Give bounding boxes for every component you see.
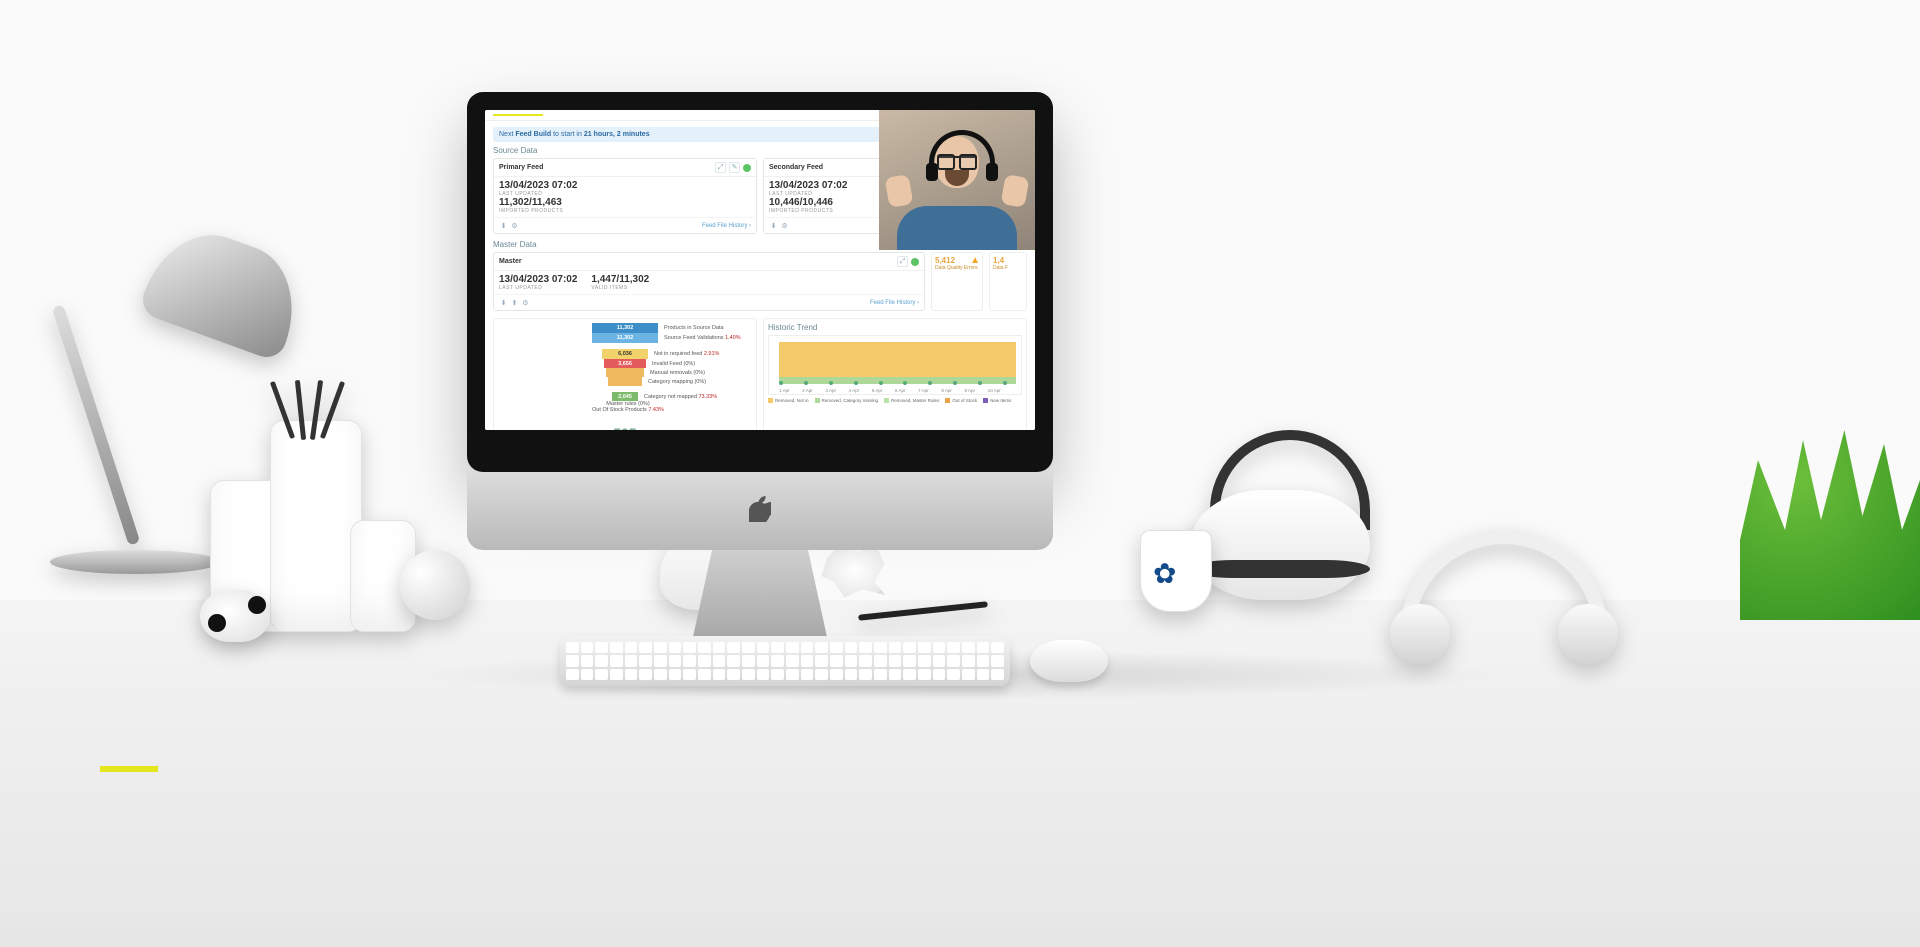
data-quality-errors-card[interactable]: 5,412 Data Quality Errors ▲ [931, 252, 983, 311]
funnel-step: 6,036Not in required feed 2.91% [602, 349, 648, 359]
legend-item: Out of Stock [945, 398, 977, 403]
funnel-step: 3,656Invalid Feed (0%) [604, 359, 646, 368]
funnel-step: 11,302Products in Source Data [592, 323, 658, 333]
primary-feed-card: Primary Feed ⤢ ✎ 13/04/2023 07:02 LAST U… [493, 158, 757, 234]
historic-trend-panel: Historic Trend 1 Apr 2 Apr 3 Apr 4 Apr 5 Apr… [763, 318, 1027, 430]
primary-count: 11,302/11,463 [499, 197, 751, 208]
master-updated: 13/04/2023 07:02 [499, 274, 577, 285]
secondary-title: Secondary Feed [769, 164, 823, 171]
expand-icon[interactable]: ⤢ [897, 256, 908, 267]
legend-item: Removed, Category missing [815, 398, 879, 403]
funnel-step: Category mapping (0%) [608, 377, 642, 386]
master-card: Master ⤢ 13/04/2023 07:02 LAST UPDATED [493, 252, 925, 311]
chart-legend: Removed, Not in Removed, Category missing… [768, 398, 1022, 403]
funnel-output: 595 [498, 425, 752, 430]
mug [1140, 530, 1212, 612]
primary-updated: 13/04/2023 07:02 [499, 180, 751, 191]
presenter-webcam [879, 110, 1035, 250]
x-tick: 5 Apr [872, 388, 883, 393]
upload-icon[interactable]: ⬆ [510, 298, 519, 307]
imac-monitor: Next Feed Build to start in 21 hours, 2 … [467, 92, 1053, 612]
keyboard [560, 636, 1010, 686]
panda-figurine [200, 590, 270, 642]
x-tick: 1 Apr [779, 388, 790, 393]
status-ok-icon [743, 164, 751, 172]
apple-logo-icon [749, 496, 771, 527]
funnel-step: 11,302Source Feed Validations 1.40% [592, 333, 658, 343]
banner-bold: Feed Build [515, 131, 551, 138]
master-title: Master [499, 258, 522, 265]
primary-count-label: IMPORTED PRODUCTS [499, 208, 751, 214]
primary-history-link[interactable]: Feed File History [702, 223, 751, 229]
source-data-heading: Source Data [493, 146, 537, 155]
download-icon[interactable]: ⬇ [499, 221, 508, 230]
warning-icon: ▲ [970, 255, 980, 266]
settings-icon[interactable]: ⚙ [780, 221, 789, 230]
funnel-step: Manual removals (0%) [606, 368, 644, 377]
master-data-heading: Master Data [493, 240, 537, 249]
settings-icon[interactable]: ⚙ [510, 221, 519, 230]
mouse [1030, 640, 1108, 682]
plant [1740, 420, 1920, 620]
x-tick: 3 Apr [825, 388, 836, 393]
banner-time: 21 hours, 2 minutes [584, 131, 650, 138]
legend-item: Removed, Master Rules [884, 398, 939, 403]
historic-trend-title: Historic Trend [768, 323, 1022, 332]
funnel-panel: 11,302Products in Source Data 11,302Sour… [493, 318, 757, 430]
legend-item: Removed, Not in [768, 398, 809, 403]
download-icon[interactable]: ⬇ [499, 298, 508, 307]
historic-trend-chart: 1 Apr 2 Apr 3 Apr 4 Apr 5 Apr 6 Apr 7 Apr 8 Apr… [768, 335, 1022, 395]
master-history-link[interactable]: Feed File History [870, 300, 919, 306]
x-tick: 8 Apr [941, 388, 952, 393]
primary-title: Primary Feed [499, 164, 543, 171]
banner-prefix: Next [499, 131, 513, 138]
download-icon[interactable]: ⬇ [769, 221, 778, 230]
x-tick: 10 Apr [988, 388, 1001, 393]
x-tick: 9 Apr [965, 388, 976, 393]
settings-icon[interactable]: ⚙ [521, 298, 530, 307]
master-items: 1,447/11,302 [591, 274, 649, 285]
brand-accent [100, 766, 158, 772]
status-ok-icon [911, 258, 919, 266]
dashboard-app: Next Feed Build to start in 21 hours, 2 … [485, 110, 1035, 430]
x-tick: 2 Apr [802, 388, 813, 393]
x-tick: 7 Apr [918, 388, 929, 393]
edit-icon[interactable]: ✎ [729, 162, 740, 173]
x-tick: 4 Apr [849, 388, 860, 393]
legend-item: New Items [983, 398, 1011, 403]
stat-card-partial[interactable]: 1,4 Data F [989, 252, 1027, 311]
banner-mid: to start in [553, 131, 582, 138]
white-ball [400, 550, 470, 620]
x-tick: 6 Apr [895, 388, 906, 393]
funnel-step: 2,045Category not mapped 73.33% [612, 392, 638, 401]
expand-icon[interactable]: ⤢ [715, 162, 726, 173]
headphones [1400, 530, 1608, 644]
